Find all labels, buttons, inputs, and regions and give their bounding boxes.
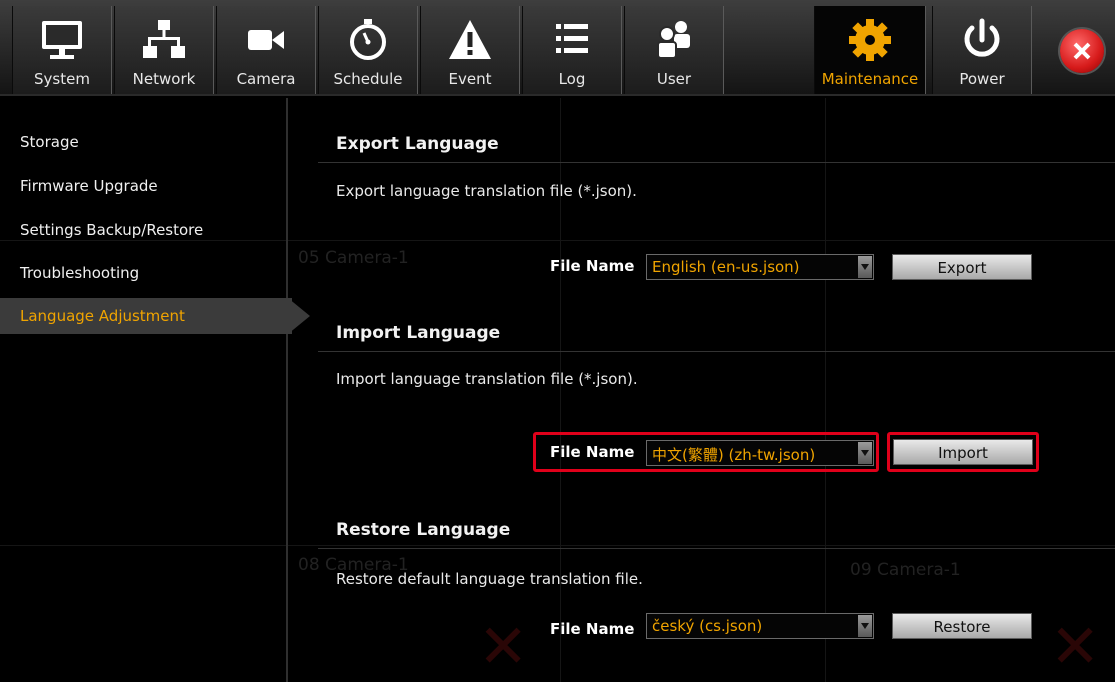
section-divider — [318, 162, 1115, 163]
list-icon — [523, 14, 621, 66]
export-file-label: File Name — [550, 257, 635, 275]
chevron-down-icon[interactable] — [858, 615, 872, 637]
power-icon — [933, 14, 1031, 66]
import-file-label: File Name — [550, 443, 635, 461]
warning-icon — [421, 14, 519, 66]
import-file-select[interactable]: 中文(繁體) (zh-tw.json) — [646, 440, 874, 466]
sidebar-item-troubleshooting[interactable]: Troubleshooting — [0, 255, 288, 291]
export-file-value: English (en-us.json) — [652, 258, 800, 276]
import-description: Import language translation file (*.json… — [336, 370, 638, 388]
close-icon — [1073, 42, 1091, 60]
export-description: Export language translation file (*.json… — [336, 182, 637, 200]
sidebar-item-settings-backup-restore[interactable]: Settings Backup/Restore — [0, 212, 288, 248]
sidebar-item-label: Language Adjustment — [20, 307, 185, 325]
tab-system[interactable]: System — [12, 6, 112, 94]
tab-schedule[interactable]: Schedule — [318, 6, 418, 94]
tab-user[interactable]: User — [624, 6, 724, 94]
export-section-title: Export Language — [336, 134, 499, 154]
monitor-icon — [13, 14, 111, 66]
sidebar: Storage Firmware Upgrade Settings Backup… — [0, 98, 310, 682]
tab-maintenance[interactable]: Maintenance — [814, 6, 926, 94]
bg-grid-line — [825, 98, 826, 682]
main-toolbar: System Network Camera Schedule Event Log — [0, 0, 1115, 96]
export-file-select[interactable]: English (en-us.json) — [646, 254, 874, 280]
tab-network[interactable]: Network — [114, 6, 214, 94]
close-button[interactable] — [1060, 29, 1104, 73]
tab-event[interactable]: Event — [420, 6, 520, 94]
bg-no-signal-icon: ✕ — [1050, 612, 1101, 682]
tab-power[interactable]: Power — [932, 6, 1032, 94]
tab-label: Power — [959, 70, 1005, 88]
network-icon — [115, 14, 213, 66]
tab-label: Event — [448, 70, 492, 88]
bg-camera-label: 05 Camera-1 — [298, 248, 409, 268]
restore-file-select[interactable]: český (cs.json) — [646, 613, 874, 639]
bg-camera-label: 09 Camera-1 — [850, 560, 961, 580]
import-section-title: Import Language — [336, 323, 501, 343]
tab-label: Log — [558, 70, 586, 88]
chevron-down-icon[interactable] — [858, 256, 872, 278]
export-button[interactable]: Export — [892, 254, 1032, 280]
section-divider — [318, 351, 1115, 352]
chevron-down-icon[interactable] — [858, 442, 872, 464]
tab-label: User — [656, 70, 692, 88]
bg-no-signal-icon: ✕ — [478, 612, 529, 682]
import-file-value: 中文(繁體) (zh-tw.json) — [652, 446, 816, 464]
sidebar-item-firmware-upgrade[interactable]: Firmware Upgrade — [0, 168, 288, 204]
restore-file-label: File Name — [550, 620, 635, 638]
stopwatch-icon — [319, 14, 417, 66]
camera-icon — [217, 14, 315, 66]
tab-label: Maintenance — [821, 70, 919, 88]
section-divider — [318, 548, 1115, 549]
tab-label: Camera — [236, 70, 296, 88]
sidebar-item-storage[interactable]: Storage — [0, 124, 288, 160]
users-icon — [625, 14, 723, 66]
gear-icon — [815, 14, 925, 66]
active-pointer — [288, 298, 310, 334]
tab-log[interactable]: Log — [522, 6, 622, 94]
sidebar-item-language-adjustment[interactable]: Language Adjustment — [0, 298, 310, 334]
tab-label: Network — [132, 70, 196, 88]
tab-label: Schedule — [333, 70, 403, 88]
tab-label: System — [34, 70, 90, 88]
restore-file-value: český (cs.json) — [652, 617, 763, 635]
tab-camera[interactable]: Camera — [216, 6, 316, 94]
restore-button[interactable]: Restore — [892, 613, 1032, 639]
restore-description: Restore default language translation fil… — [336, 570, 643, 588]
restore-section-title: Restore Language — [336, 520, 511, 540]
import-button[interactable]: Import — [893, 439, 1033, 465]
